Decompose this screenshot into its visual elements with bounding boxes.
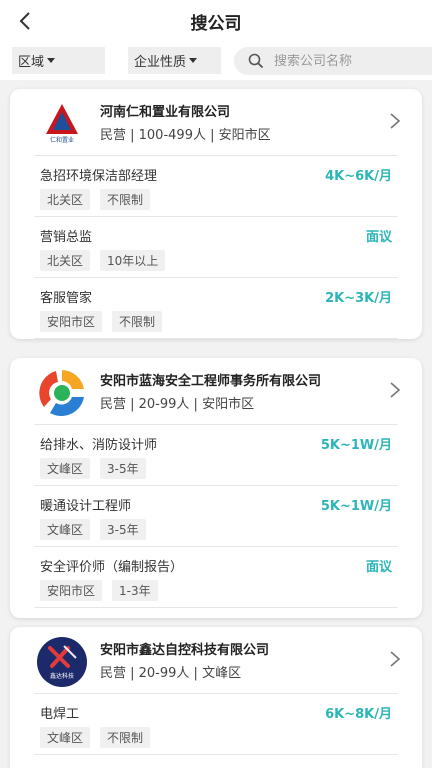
job-salary: 6K~8K/月 xyxy=(325,707,392,722)
job-item[interactable]: 营销总监 面议 北关区 10年以上 xyxy=(34,217,398,278)
company-meta: 民营 | 100-499人 | 安阳市区 xyxy=(100,128,271,143)
job-title: 营销总监 xyxy=(40,230,93,245)
company-header[interactable]: 仁和置业 河南仁和置业有限公司 民营 | 100-499人 | 安阳市区 xyxy=(32,89,401,156)
caret-down-icon xyxy=(189,58,198,63)
company-name: 河南仁和置业有限公司 xyxy=(100,105,231,120)
job-location-tag: 安阳市区 xyxy=(40,311,103,332)
job-experience-tag: 1-3年 xyxy=(112,580,158,601)
job-experience-tag: 10年以上 xyxy=(100,250,166,271)
header: 搜公司 xyxy=(0,0,432,44)
job-salary: 面议 xyxy=(365,230,392,245)
svg-text:仁和置业: 仁和置业 xyxy=(50,136,74,144)
chevron-right-icon xyxy=(390,113,401,129)
job-salary: 5K~1W/月 xyxy=(320,438,392,453)
company-logo xyxy=(32,367,92,419)
company-meta: 民营 | 20-99人 | 安阳市区 xyxy=(100,397,255,412)
job-location-tag: 北关区 xyxy=(40,250,91,271)
company-name: 安阳市鑫达自控科技有限公司 xyxy=(100,643,270,658)
job-title: 给排水、消防设计师 xyxy=(40,438,158,453)
job-title: 电焊工 xyxy=(40,707,80,722)
company-card[interactable]: 安阳市蓝海安全工程师事务所有限公司 民营 | 20-99人 | 安阳市区 给排水… xyxy=(10,358,422,618)
job-location-tag: 文峰区 xyxy=(40,458,91,479)
job-item[interactable]: 急招环境保洁部经理 4K~6K/月 北关区 不限制 xyxy=(34,156,398,217)
job-item[interactable]: 给排水、消防设计师 5K~1W/月 文峰区 3-5年 xyxy=(34,425,398,486)
company-card[interactable]: 仁和置业 河南仁和置业有限公司 民营 | 100-499人 | 安阳市区 急招环… xyxy=(10,89,422,339)
job-location-tag: 安阳市区 xyxy=(40,580,103,601)
company-list: 仁和置业 河南仁和置业有限公司 民营 | 100-499人 | 安阳市区 急招环… xyxy=(0,80,432,768)
job-salary: 2K~3K/月 xyxy=(325,291,392,306)
job-salary: 5K~1W/月 xyxy=(320,499,392,514)
job-title: 急招环境保洁部经理 xyxy=(40,169,158,184)
job-item[interactable]: 暖通设计工程师 5K~1W/月 文峰区 3-5年 xyxy=(34,486,398,547)
job-experience-tag: 3-5年 xyxy=(100,519,146,540)
company-type-filter[interactable]: 企业性质 xyxy=(128,47,221,74)
search-icon xyxy=(248,53,264,69)
company-type-filter-label: 企业性质 xyxy=(134,55,187,70)
job-title: 暖通设计工程师 xyxy=(40,499,132,514)
job-experience-tag: 不限制 xyxy=(100,189,151,210)
caret-down-icon xyxy=(47,58,56,63)
job-title: 客服管家 xyxy=(40,291,93,306)
chevron-right-icon xyxy=(390,382,401,398)
job-title: 安全评价师（编制报告） xyxy=(40,560,184,575)
company-logo: 鑫达科技 xyxy=(32,636,92,688)
job-salary: 4K~6K/月 xyxy=(325,169,392,184)
region-filter[interactable]: 区域 xyxy=(12,47,105,74)
job-salary: 面议 xyxy=(365,560,392,575)
job-experience-tag: 3-5年 xyxy=(100,458,146,479)
job-location-tag: 北关区 xyxy=(40,189,91,210)
job-experience-tag: 不限制 xyxy=(100,727,151,748)
job-item[interactable]: 电焊工 6K~8K/月 文峰区 不限制 xyxy=(34,694,398,755)
job-location-tag: 文峰区 xyxy=(40,519,91,540)
search-input[interactable] xyxy=(274,53,424,69)
svg-text:鑫达科技: 鑫达科技 xyxy=(50,672,74,680)
company-name: 安阳市蓝海安全工程师事务所有限公司 xyxy=(100,374,322,389)
job-experience-tag: 不限制 xyxy=(112,311,163,332)
company-header[interactable]: 鑫达科技 安阳市鑫达自控科技有限公司 民营 | 20-99人 | 文峰区 xyxy=(32,627,401,694)
filter-bar: 区域 企业性质 xyxy=(0,44,432,80)
company-meta: 民营 | 20-99人 | 文峰区 xyxy=(100,666,242,681)
chevron-right-icon xyxy=(390,651,401,667)
search-box[interactable] xyxy=(234,47,432,75)
job-item[interactable]: 客服管家 2K~3K/月 安阳市区 不限制 xyxy=(34,278,398,339)
company-card[interactable]: 鑫达科技 安阳市鑫达自控科技有限公司 民营 | 20-99人 | 文峰区 电焊工… xyxy=(10,627,422,768)
job-location-tag: 文峰区 xyxy=(40,727,91,748)
company-logo: 仁和置业 xyxy=(32,98,92,150)
region-filter-label: 区域 xyxy=(18,55,45,70)
company-header[interactable]: 安阳市蓝海安全工程师事务所有限公司 民营 | 20-99人 | 安阳市区 xyxy=(32,358,401,425)
job-item[interactable]: 安全评价师（编制报告） 面议 安阳市区 1-3年 xyxy=(34,547,398,608)
page-title: 搜公司 xyxy=(190,14,242,34)
